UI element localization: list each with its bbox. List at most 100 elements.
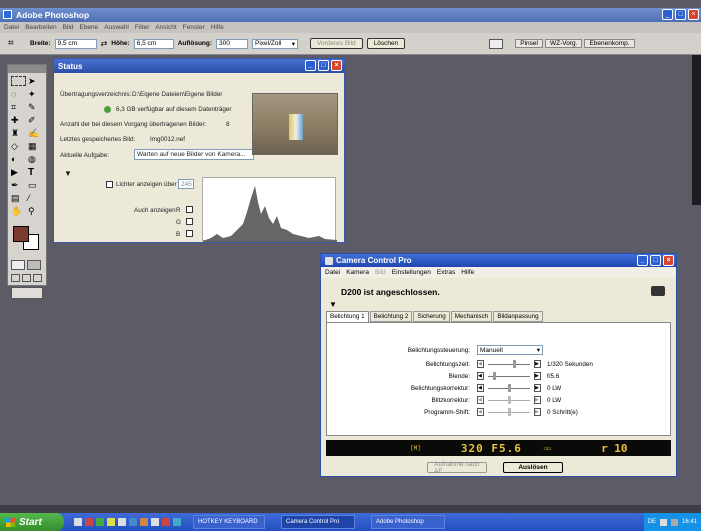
tab-mechanisch[interactable]: Mechanisch	[450, 311, 493, 322]
move-tool-icon[interactable]: ➤	[28, 76, 43, 87]
crop-tool-icon[interactable]: ⌗	[8, 38, 26, 49]
ps-menu-ansicht[interactable]: Ansicht	[155, 24, 176, 31]
crop-tool-icon[interactable]: ⌗	[11, 102, 26, 113]
tab-belichtung-2[interactable]: Belichtung 2	[369, 311, 413, 322]
status-close-button[interactable]: ×	[331, 60, 342, 71]
slider-thumb[interactable]	[513, 360, 516, 368]
eraser-tool-icon[interactable]: ◇	[11, 141, 26, 152]
language-indicator[interactable]: DE	[648, 519, 656, 525]
tab-sicherung[interactable]: Sicherung	[413, 311, 450, 322]
tab-ebenenkomp[interactable]: Ebenenkomp.	[584, 39, 635, 48]
status-minimize-button[interactable]: _	[305, 60, 316, 71]
slice-tool-icon[interactable]: ✎	[28, 102, 43, 113]
ps-menu-hilfe[interactable]: Hilfe	[211, 24, 224, 31]
zoom-tool-icon[interactable]: ⚲	[28, 206, 43, 217]
right-arrow-icon[interactable]: ▶	[534, 360, 541, 368]
brush-tool-icon[interactable]: ✐	[28, 115, 43, 126]
slider-thumb[interactable]	[508, 396, 511, 404]
quickmask-mode-icon[interactable]	[27, 260, 41, 270]
channel-b-checkbox[interactable]	[186, 230, 193, 237]
ps-menu-fenster[interactable]: Fenster	[183, 24, 205, 31]
notes-tool-icon[interactable]: ▤	[11, 193, 26, 204]
start-button[interactable]: Start	[0, 513, 64, 531]
jump-to-imageready-icon[interactable]	[11, 287, 43, 299]
quicklaunch-1-icon[interactable]	[74, 518, 82, 526]
healing-tool-icon[interactable]: ✚	[11, 115, 26, 126]
quicklaunch-9-icon[interactable]	[162, 518, 170, 526]
left-arrow-icon[interactable]: ◀	[477, 408, 484, 416]
af-shoot-button[interactable]: Aufnahme nach AF	[427, 461, 487, 475]
quicklaunch-8-icon[interactable]	[151, 518, 159, 526]
ps-close-button[interactable]: ×	[688, 9, 699, 20]
tab-pinsel[interactable]: Pinsel	[515, 39, 543, 48]
ccp-menu-extras[interactable]: Extras	[437, 269, 455, 276]
blur-tool-icon[interactable]: ◍	[28, 154, 43, 165]
screen-mode-1-icon[interactable]	[11, 274, 20, 282]
programm-shift-slider[interactable]: ◀ ▶	[477, 408, 541, 417]
steuerung-select[interactable]: Manuell ▾	[477, 345, 543, 355]
quicklaunch-4-icon[interactable]	[107, 518, 115, 526]
ccp-close-button[interactable]: ×	[663, 255, 674, 266]
palette-well-icon[interactable]	[489, 38, 504, 49]
loeschen-button[interactable]: Löschen	[366, 38, 406, 49]
tab-belichtung-1[interactable]: Belichtung 1	[326, 311, 369, 322]
standard-mode-icon[interactable]	[11, 260, 25, 270]
breite-field[interactable]: 9,5 cm	[54, 38, 97, 49]
quicklaunch-5-icon[interactable]	[118, 518, 126, 526]
ps-menu-datei[interactable]: Datei	[4, 24, 19, 31]
right-arrow-icon[interactable]: ▶	[534, 372, 541, 380]
vorderes-bild-button[interactable]: Vorderes Bild	[310, 38, 363, 49]
history-brush-tool-icon[interactable]: ✍	[28, 128, 43, 139]
right-arrow-icon[interactable]: ▶	[534, 396, 541, 404]
ccp-minimize-button[interactable]: _	[637, 255, 648, 266]
stamp-tool-icon[interactable]: ♜	[11, 128, 26, 139]
ps-menu-auswahl[interactable]: Auswahl	[104, 24, 129, 31]
lasso-tool-icon[interactable]: ◌	[11, 89, 26, 100]
left-arrow-icon[interactable]: ◀	[477, 384, 484, 392]
channel-g-checkbox[interactable]	[186, 218, 193, 225]
ccp-menu-kamera[interactable]: Kamera	[346, 269, 369, 276]
channel-r-checkbox[interactable]	[186, 206, 193, 213]
quicklaunch-6-icon[interactable]	[129, 518, 137, 526]
status-maximize-button[interactable]: □	[318, 60, 329, 71]
color-swatches[interactable]	[11, 224, 43, 254]
expand-arrow-icon[interactable]: ▼	[64, 169, 72, 178]
tab-wz-vorg[interactable]: WZ-Vorg.	[544, 39, 583, 48]
belichtungszeit-slider[interactable]: ◀ ▶	[477, 360, 541, 369]
left-arrow-icon[interactable]: ◀	[477, 360, 484, 368]
unit-select[interactable]: Pixel/Zoll ▾	[252, 38, 299, 49]
quicklaunch-2-icon[interactable]	[85, 518, 93, 526]
blende-slider[interactable]: ◀ ▶	[477, 372, 541, 381]
highlights-value[interactable]: 245	[178, 179, 194, 189]
quicklaunch-10-icon[interactable]	[173, 518, 181, 526]
left-arrow-icon[interactable]: ◀	[477, 396, 484, 404]
dodge-tool-icon[interactable]: ◐	[11, 154, 26, 165]
ps-menu-bearbeiten[interactable]: Bearbeiten	[25, 24, 56, 31]
aufloesung-field[interactable]: 300	[216, 38, 249, 49]
tray-volume-icon[interactable]	[670, 518, 678, 526]
hand-tool-icon[interactable]: ✋	[11, 206, 26, 217]
blitzkorrektur-slider[interactable]: ◀ ▶	[477, 396, 541, 405]
ps-maximize-button[interactable]: □	[675, 9, 686, 20]
type-tool-icon[interactable]: T	[28, 167, 43, 178]
marquee-tool-icon[interactable]	[11, 76, 26, 86]
quicklaunch-3-icon[interactable]	[96, 518, 104, 526]
ps-menu-bild[interactable]: Bild	[63, 24, 74, 31]
screen-mode-3-icon[interactable]	[33, 274, 42, 282]
task-hotkey-keyboard[interactable]: HOTKEY KEYBOARD	[193, 515, 265, 529]
foreground-color[interactable]	[13, 226, 29, 242]
ccp-menu-bild[interactable]: Bild	[375, 269, 386, 276]
pen-tool-icon[interactable]: ✒	[11, 180, 26, 191]
ps-menu-ebene[interactable]: Ebene	[79, 24, 98, 31]
ccp-menu-datei[interactable]: Datei	[325, 269, 340, 276]
slider-thumb[interactable]	[508, 384, 511, 392]
quicklaunch-7-icon[interactable]	[140, 518, 148, 526]
shoot-button[interactable]: Auslösen	[503, 462, 563, 473]
ps-minimize-button[interactable]: _	[662, 9, 673, 20]
hoehe-field[interactable]: 6,5 cm	[133, 38, 174, 49]
swap-icon[interactable]: ⇄	[101, 39, 108, 48]
ccp-menu-einstellungen[interactable]: Einstellungen	[392, 269, 431, 276]
tray-network-icon[interactable]	[659, 518, 667, 526]
slider-thumb[interactable]	[493, 372, 496, 380]
magic-wand-tool-icon[interactable]: ✦	[28, 89, 43, 100]
